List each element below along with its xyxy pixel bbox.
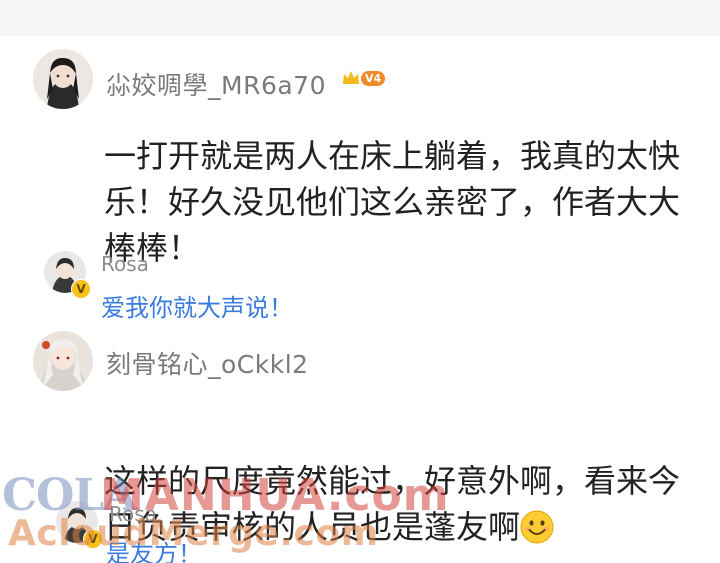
- comment-thread: 尛姣啁學_MR6a70 V4 一打开就是两人在床上躺着，我真的太快 乐！好久没见…: [0, 0, 720, 563]
- top-bar: [0, 0, 720, 36]
- reply-text[interactable]: 是友方！: [106, 534, 202, 563]
- verified-badge-icon: V: [83, 529, 103, 549]
- comment-text: 一打开就是两人在床上躺着，我真的太快 乐！好久没见他们这么亲密了，作者大大 棒棒…: [104, 137, 681, 267]
- comment-text: 这样的尺度竟然能过，好意外啊，看来今 日负责审核的人员也是蓬友啊: [104, 412, 704, 550]
- verified-badge-icon: V: [71, 279, 91, 299]
- comment-username[interactable]: 尛姣啁學_MR6a70: [106, 66, 326, 102]
- crown-icon: [343, 71, 359, 84]
- reply-text[interactable]: 爱我你就大声说！: [101, 288, 293, 323]
- reply-username[interactable]: Rosa: [109, 502, 157, 526]
- avatar[interactable]: [33, 331, 93, 391]
- vip-badge: V4: [342, 70, 386, 86]
- reply-username[interactable]: Rosa: [101, 252, 149, 276]
- comment-username[interactable]: 刻骨铭心_oCkkl2: [106, 345, 309, 381]
- avatar[interactable]: [33, 49, 93, 109]
- vip-level-label: V4: [361, 70, 386, 86]
- smiling-face-emoji-icon: [520, 510, 554, 544]
